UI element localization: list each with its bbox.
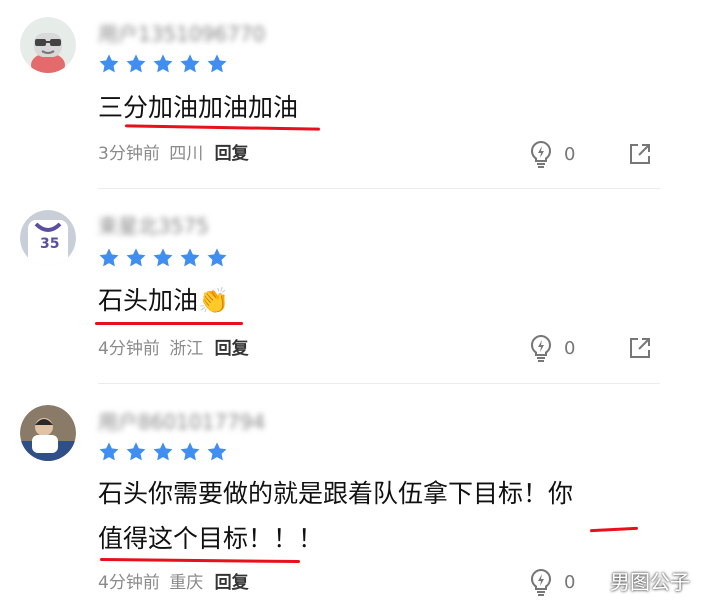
star-icon: [99, 248, 119, 267]
like-count: 0: [564, 143, 576, 165]
star-icon: [207, 54, 227, 73]
like-count: 0: [564, 337, 576, 359]
username[interactable]: 用户8601017794: [98, 408, 328, 436]
star-icon: [153, 54, 173, 73]
username[interactable]: 束星北3575: [98, 212, 328, 240]
lightbulb-icon: [530, 334, 552, 362]
lightbulb-icon: [530, 568, 552, 596]
comment-location: 四川: [169, 144, 204, 164]
like-count: 0: [564, 571, 576, 593]
comment-text-line1: 石头你需要做的就是跟着队伍拿下目标！你: [98, 479, 574, 508]
rating-stars: [98, 53, 228, 77]
svg-text:35: 35: [40, 236, 59, 252]
reply-button[interactable]: 回复: [215, 144, 249, 164]
comment-text: 石头加油👏: [98, 281, 229, 321]
star-icon: [180, 54, 200, 73]
star-icon: [180, 248, 200, 267]
comment-time: 3分钟前: [98, 144, 160, 164]
like-button[interactable]: 0: [528, 140, 575, 168]
star-icon: [126, 248, 146, 267]
divider: [98, 188, 660, 189]
star-icon: [99, 442, 119, 461]
highlight-underline: [589, 526, 639, 533]
like-button[interactable]: 0: [528, 334, 575, 362]
comment-location: 重庆: [169, 573, 204, 593]
share-icon[interactable]: [628, 336, 652, 360]
avatar[interactable]: 35: [20, 210, 76, 266]
highlight-underline: [95, 322, 243, 325]
reply-button[interactable]: 回复: [215, 339, 249, 359]
comment-location: 浙江: [169, 339, 204, 359]
star-icon: [153, 442, 173, 461]
star-icon: [207, 248, 227, 267]
star-icon: [126, 442, 146, 461]
share-icon[interactable]: [628, 142, 652, 166]
comment-time: 4分钟前: [98, 339, 160, 359]
avatar[interactable]: [20, 405, 76, 461]
avatar[interactable]: [20, 17, 76, 73]
like-button[interactable]: 0: [528, 568, 575, 596]
lightbulb-icon: [530, 140, 552, 168]
comment-text-body: 石头加油: [98, 286, 199, 315]
star-icon: [207, 442, 227, 461]
star-icon: [153, 248, 173, 267]
clapping-emoji: 👏: [198, 286, 230, 315]
reply-button[interactable]: 回复: [215, 573, 249, 593]
divider: [98, 383, 660, 384]
watermark: 男图公子: [610, 570, 690, 594]
rating-stars: [98, 247, 228, 271]
comment-text: 三分加油加油加油: [98, 93, 299, 122]
comment-time: 4分钟前: [98, 573, 160, 593]
username[interactable]: 用户1351096770: [98, 20, 328, 48]
comment-meta: 4分钟前 浙江 回复: [98, 337, 249, 361]
star-icon: [99, 54, 119, 73]
comment-text-line2: 值得这个目标！！！: [98, 524, 324, 553]
rating-stars: [98, 441, 228, 465]
star-icon: [180, 442, 200, 461]
comment-meta: 3分钟前 四川 回复: [98, 142, 249, 166]
comment-meta: 4分钟前 重庆 回复: [98, 571, 249, 595]
star-icon: [126, 54, 146, 73]
